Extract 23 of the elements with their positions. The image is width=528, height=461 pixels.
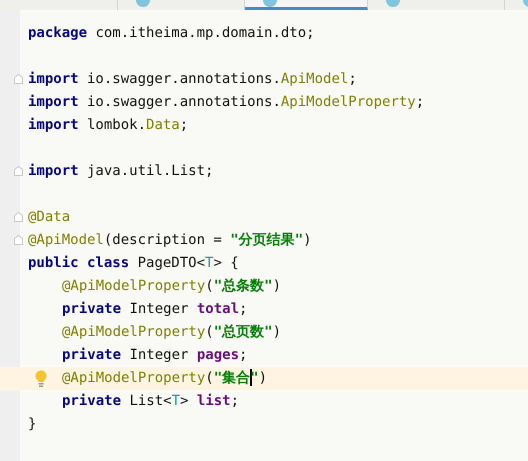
- editor-tab[interactable]: [368, 0, 505, 10]
- code-line: @Data: [28, 208, 70, 227]
- fold-icon[interactable]: [14, 74, 23, 84]
- code-line: private Integer pages;: [62, 346, 248, 365]
- code-line: private Integer total;: [62, 300, 248, 319]
- code-line: import java.util.List;: [28, 162, 214, 181]
- editor-tab[interactable]: [245, 0, 368, 10]
- code-line: package com.itheima.mp.domain.dto;: [28, 24, 315, 43]
- code-line: import lombok.Data;: [28, 116, 188, 135]
- code-line: }: [28, 415, 36, 434]
- code-line: @ApiModelProperty("总页数"): [62, 323, 282, 342]
- fold-icon[interactable]: [14, 235, 23, 245]
- lightbulb-icon[interactable]: [35, 370, 47, 387]
- fold-icon[interactable]: [14, 166, 23, 176]
- code-line: @ApiModelProperty("总条数"): [62, 277, 282, 296]
- code-line: private List<T> list;: [62, 392, 240, 411]
- code-line: import io.swagger.annotations.ApiModel;: [28, 70, 357, 89]
- code-line: public class PageDTO<T> {: [28, 254, 239, 273]
- fold-icon[interactable]: [14, 212, 23, 222]
- editor-tab[interactable]: [118, 0, 245, 10]
- code-line: @ApiModel(description = "分页结果"): [28, 231, 312, 250]
- code-line: import io.swagger.annotations.ApiModelProperty;: [28, 93, 424, 112]
- code-line: @ApiModelProperty("集合"): [62, 369, 268, 388]
